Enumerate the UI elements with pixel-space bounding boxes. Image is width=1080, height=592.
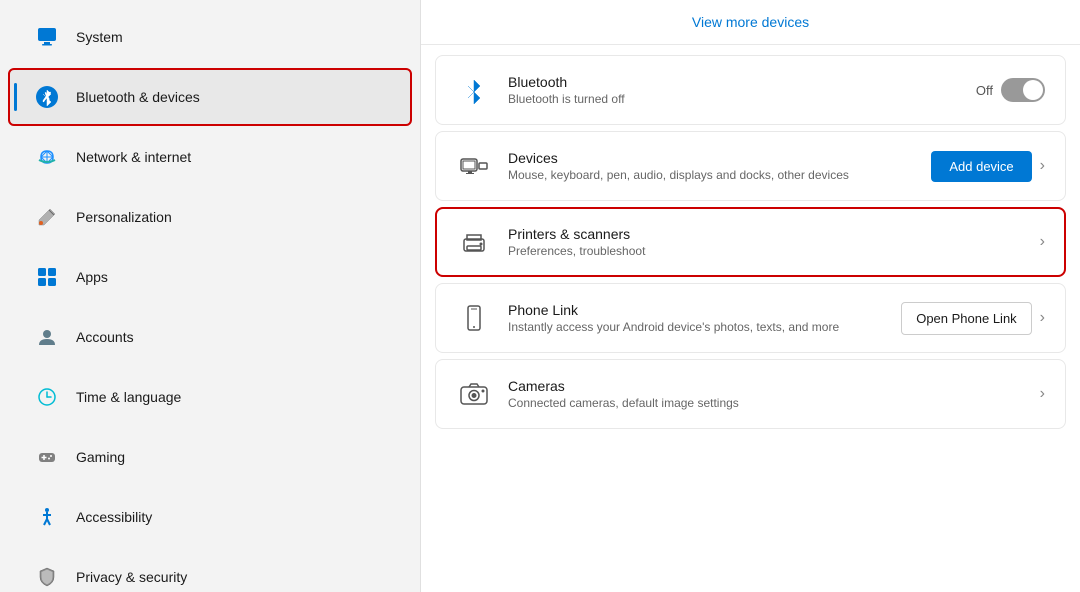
printers-chevron-icon: › [1040,233,1045,251]
bluetooth-card-title: Bluetooth [508,74,960,90]
devices-card-subtitle: Mouse, keyboard, pen, audio, displays an… [508,168,915,182]
monitor-icon [32,22,62,52]
printers-card-content: Printers & scanners Preferences, trouble… [508,226,1024,258]
phonelink-card-action: Open Phone Link › [901,302,1045,335]
phone-card-icon [456,300,492,336]
bluetooth-toggle-switch[interactable] [1001,78,1045,102]
accessibility-icon [32,502,62,532]
printers-card-action: › [1040,233,1045,251]
phonelink-card-content: Phone Link Instantly access your Android… [508,302,885,334]
open-phone-link-button[interactable]: Open Phone Link [901,302,1031,335]
phonelink-card-title: Phone Link [508,302,885,318]
sidebar-item-apps-label: Apps [76,269,108,285]
sidebar-item-personalization[interactable]: Personalization [8,188,412,246]
bluetooth-card-subtitle: Bluetooth is turned off [508,92,960,106]
cameras-card-title: Cameras [508,378,1024,394]
sidebar-item-accessibility[interactable]: Accessibility [8,488,412,546]
add-device-button[interactable]: Add device [931,151,1031,182]
sidebar-item-bluetooth[interactable]: ✗ Bluetooth & devices [8,68,412,126]
cameras-card[interactable]: Cameras Connected cameras, default image… [435,359,1066,429]
bluetooth-card[interactable]: Bluetooth Bluetooth is turned off Off [435,55,1066,125]
sidebar-item-network-label: Network & internet [76,149,191,165]
cameras-card-content: Cameras Connected cameras, default image… [508,378,1024,410]
sidebar-item-gaming-label: Gaming [76,449,125,465]
network-icon [32,142,62,172]
view-more-button[interactable]: View more devices [421,0,1080,45]
phonelink-card-subtitle: Instantly access your Android device's p… [508,320,885,334]
sidebar: System ✗ Bluetooth & devices Networ [0,0,420,592]
bluetooth-card-content: Bluetooth Bluetooth is turned off [508,74,960,106]
devices-card-title: Devices [508,150,915,166]
sidebar-item-bluetooth-label: Bluetooth & devices [76,89,200,105]
sidebar-item-gaming[interactable]: Gaming [8,428,412,486]
devices-card-icon [456,148,492,184]
devices-card-content: Devices Mouse, keyboard, pen, audio, dis… [508,150,915,182]
bluetooth-toggle[interactable]: Off [976,78,1045,102]
phonelink-card[interactable]: Phone Link Instantly access your Android… [435,283,1066,353]
printers-card[interactable]: Printers & scanners Preferences, trouble… [435,207,1066,277]
gaming-icon [32,442,62,472]
bluetooth-card-icon [456,72,492,108]
bluetooth-toggle-label: Off [976,83,993,98]
sidebar-item-personalization-label: Personalization [76,209,172,225]
time-icon [32,382,62,412]
devices-card[interactable]: Devices Mouse, keyboard, pen, audio, dis… [435,131,1066,201]
bluetooth-toggle-action: Off [976,78,1045,102]
main-content: View more devices Bluetooth Bluetooth is… [420,0,1080,592]
sidebar-item-network[interactable]: Network & internet [8,128,412,186]
sidebar-item-accessibility-label: Accessibility [76,509,152,525]
printers-card-subtitle: Preferences, troubleshoot [508,244,1024,258]
sidebar-item-time-label: Time & language [76,389,181,405]
bluetooth-sidebar-icon: ✗ [32,82,62,112]
sidebar-item-apps[interactable]: Apps [8,248,412,306]
privacy-icon [32,562,62,592]
camera-card-icon [456,376,492,412]
sidebar-item-system[interactable]: System [8,8,412,66]
brush-icon [32,202,62,232]
devices-card-action: Add device › [931,151,1045,182]
sidebar-item-system-label: System [76,29,123,45]
sidebar-item-privacy-label: Privacy & security [76,569,187,585]
sidebar-item-accounts[interactable]: Accounts [8,308,412,366]
phonelink-chevron-icon: › [1040,309,1045,327]
sidebar-item-time[interactable]: Time & language [8,368,412,426]
devices-chevron-icon: › [1040,157,1045,175]
apps-icon [32,262,62,292]
sidebar-item-accounts-label: Accounts [76,329,134,345]
cameras-chevron-icon: › [1040,385,1045,403]
sidebar-item-privacy[interactable]: Privacy & security [8,548,412,592]
printer-card-icon [456,224,492,260]
cameras-card-subtitle: Connected cameras, default image setting… [508,396,1024,410]
cameras-card-action: › [1040,385,1045,403]
printers-card-title: Printers & scanners [508,226,1024,242]
accounts-icon [32,322,62,352]
